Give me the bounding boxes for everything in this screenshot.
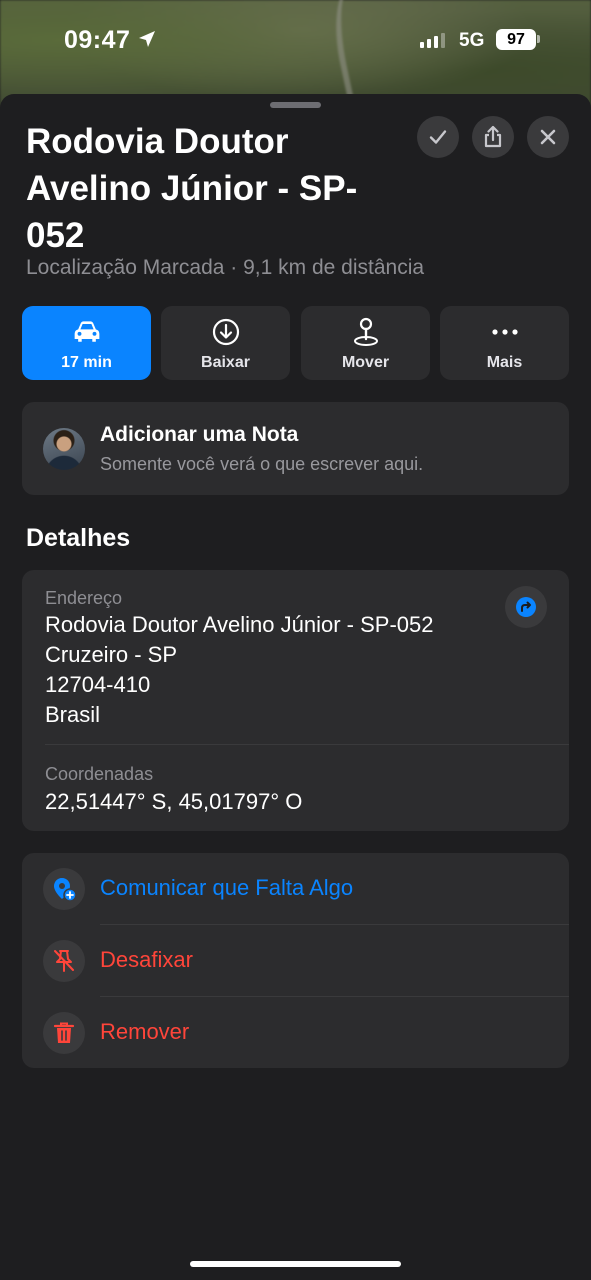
status-time: 09:47: [64, 26, 131, 54]
move-button[interactable]: Mover: [301, 306, 430, 380]
place-actions-list: Comunicar que Falta Algo Desafixar Remov…: [22, 853, 569, 1068]
details-card: Endereço Rodovia Doutor Avelino Júnior -…: [22, 570, 569, 831]
unpin-row[interactable]: Desafixar: [22, 925, 569, 997]
remove-row[interactable]: Remover: [22, 997, 569, 1069]
car-icon: [72, 317, 102, 347]
avatar: [43, 428, 85, 470]
address-line[interactable]: Cruzeiro - SP: [45, 642, 177, 668]
confirm-button[interactable]: [417, 116, 459, 158]
quick-actions: 17 min Baixar Mover Mais: [22, 306, 569, 380]
add-note-subtitle: Somente você verá o que escrever aqui.: [100, 454, 424, 474]
place-title: Rodovia Doutor Avelino Júnior - SP-052: [26, 122, 358, 255]
close-button[interactable]: [527, 116, 569, 158]
more-label: Mais: [486, 354, 523, 371]
download-label: Baixar: [201, 354, 250, 371]
directions-label: 17 min: [61, 354, 112, 371]
add-note-card[interactable]: Adicionar uma Nota Somente você verá o q…: [22, 402, 569, 495]
home-indicator[interactable]: [190, 1261, 401, 1267]
report-missing-row[interactable]: Comunicar que Falta Algo: [22, 853, 569, 925]
move-label: Mover: [341, 354, 390, 371]
remove-label: Remover: [100, 1019, 190, 1044]
address-line[interactable]: Rodovia Doutor Avelino Júnior - SP-052: [45, 612, 433, 638]
coordinates-label: Coordenadas: [45, 764, 154, 784]
place-sheet: Rodovia Doutor Avelino Júnior - SP-052 L…: [0, 94, 591, 1280]
trash-icon: [43, 1012, 85, 1054]
share-icon: [484, 125, 502, 148]
details-divider: [45, 744, 569, 745]
report-pin-icon: [43, 868, 85, 910]
battery-tip: [537, 35, 540, 43]
sheet-grabber[interactable]: [270, 102, 321, 108]
network-type: 5G: [459, 30, 485, 51]
address-line[interactable]: Brasil: [45, 702, 100, 728]
address-line[interactable]: 12704-410: [45, 672, 150, 698]
coordinates-value[interactable]: 22,51447° S, 45,01797° O: [45, 789, 302, 815]
maps-place-screen: 09:47 5G 97 Rodovia Doutor Avelino Júnio…: [0, 0, 591, 1280]
download-button[interactable]: Baixar: [161, 306, 290, 380]
directions-arrow-icon: [516, 597, 536, 617]
address-label: Endereço: [45, 588, 123, 608]
more-button[interactable]: Mais: [440, 306, 569, 380]
details-heading: Detalhes: [26, 524, 131, 552]
battery-icon: 97: [496, 29, 536, 50]
unpin-icon: [43, 940, 85, 982]
place-subtitle: Localização Marcada · 9,1 km de distânci…: [26, 256, 425, 279]
report-missing-label: Comunicar que Falta Algo: [100, 875, 354, 900]
checkmark-icon: [429, 130, 447, 144]
location-arrow-icon: [139, 31, 155, 47]
unpin-label: Desafixar: [100, 947, 193, 972]
address-directions-button[interactable]: [505, 586, 547, 628]
cellular-signal-icon: [420, 32, 445, 48]
download-icon: [211, 317, 241, 347]
close-icon: [540, 129, 556, 145]
add-note-title: Adicionar uma Nota: [100, 423, 299, 446]
share-button[interactable]: [472, 116, 514, 158]
ellipsis-icon: [490, 317, 520, 347]
status-bar: 09:47 5G 97: [0, 0, 591, 90]
directions-button[interactable]: 17 min: [22, 306, 151, 380]
pin-move-icon: [351, 317, 381, 347]
